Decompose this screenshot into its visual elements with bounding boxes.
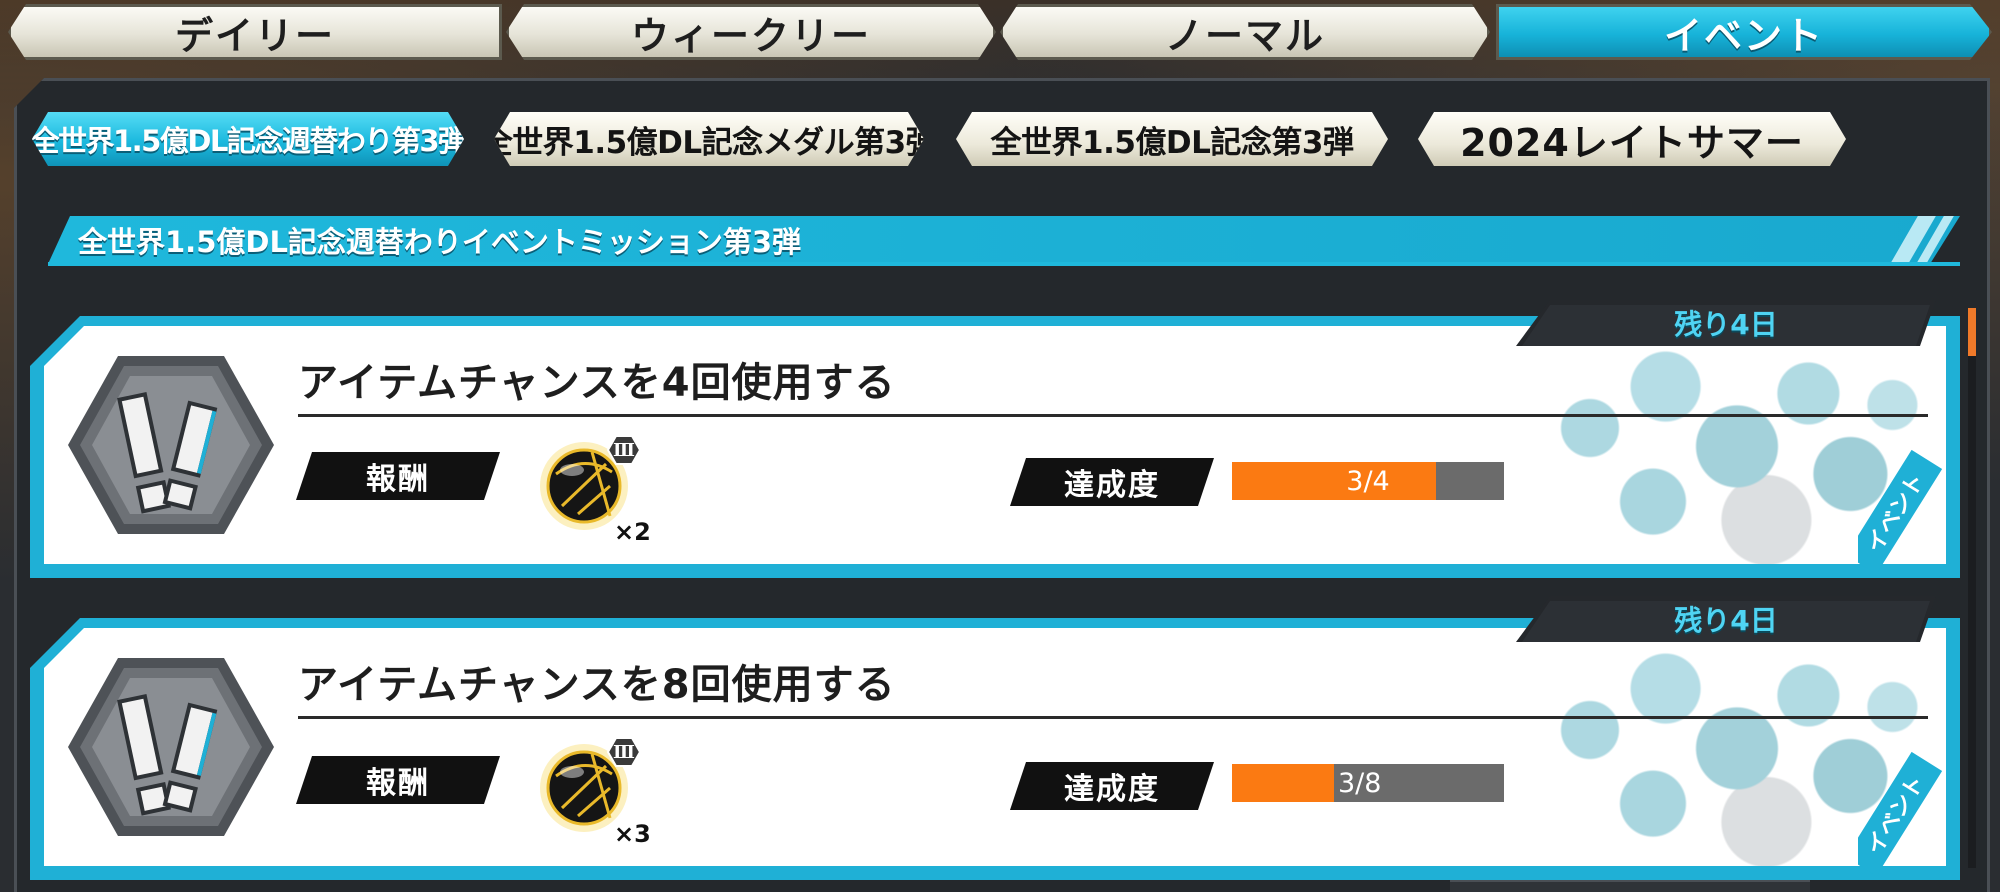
subtab-medal-3[interactable]: 全世界1.5億DL記念メダル第3弾 — [494, 112, 924, 166]
tab-normal[interactable]: ノーマル — [1000, 4, 1490, 60]
exclamation-mission-icon — [68, 356, 274, 534]
section-underline — [48, 262, 1960, 266]
mission-category-tabs: デイリー ウィークリー ノーマル イベント — [8, 4, 1992, 62]
subtab-label: 全世界1.5億DL記念第3弾 — [990, 124, 1354, 161]
event-ribbon: イベント — [1858, 432, 1948, 572]
progress-bar: 3/8 — [1232, 764, 1504, 802]
exclamation-mission-icon — [68, 658, 274, 836]
reward-label: 報酬 — [296, 452, 500, 500]
tab-daily[interactable]: デイリー — [8, 4, 502, 60]
tab-daily-label: デイリー — [174, 13, 335, 58]
reward-rank: Ⅲ — [613, 440, 635, 461]
event-ribbon: イベント — [1858, 734, 1948, 874]
tab-event[interactable]: イベント — [1496, 4, 1992, 60]
section-header: 全世界1.5億DL記念週替わりイベントミッション第3弾 — [48, 216, 1960, 264]
subtab-late-summer-2024[interactable]: 2024レイトサマー — [1418, 112, 1846, 166]
reward-rank: Ⅲ — [613, 742, 635, 763]
reward-label: 報酬 — [296, 756, 500, 804]
progress-bar: 3/4 — [1232, 462, 1504, 500]
progress-label: 達成度 — [1010, 458, 1214, 506]
progress-text: 3/4 — [1346, 465, 1390, 497]
progress-text: 3/8 — [1338, 767, 1382, 799]
mission-card[interactable]: 残り4日 アイテムチャンスを8回使用する 報酬 Ⅲ ×3 達成度 3/8 イベン… — [30, 618, 1960, 880]
tab-normal-label: ノーマル — [1164, 13, 1325, 58]
subtab-label: 全世界1.5億DL記念週替わり第3弾 — [30, 124, 466, 158]
remaining-days: 残り4日 — [1674, 308, 1778, 341]
event-category-label: イベント — [1858, 449, 1943, 572]
mission-list-scrollbar[interactable] — [1968, 308, 1976, 868]
remaining-time-tab: 残り4日 — [1516, 300, 1936, 346]
subtab-label: 2024レイトサマー — [1460, 120, 1804, 165]
subtab-weekly-rotation-3[interactable]: 全世界1.5億DL記念週替わり第3弾 — [32, 112, 464, 166]
subtab-commemoration-3[interactable]: 全世界1.5億DL記念第3弾 — [956, 112, 1388, 166]
next-card-peek — [1450, 880, 1810, 892]
mission-title: アイテムチャンスを4回使用する — [298, 350, 1928, 417]
mission-title: アイテムチャンスを8回使用する — [298, 652, 1928, 719]
progress-label: 達成度 — [1010, 762, 1214, 810]
reward-quantity: ×3 — [614, 820, 651, 848]
tab-weekly[interactable]: ウィークリー — [506, 4, 996, 60]
event-category-label: イベント — [1858, 751, 1943, 874]
remaining-time-tab: 残り4日 — [1516, 596, 1936, 642]
tab-weekly-label: ウィークリー — [630, 13, 871, 58]
mission-card[interactable]: 残り4日 アイテムチャンスを4回使用する 報酬 Ⅲ ×2 達成度 3/4 イベン… — [30, 316, 1960, 578]
remaining-days: 残り4日 — [1674, 604, 1778, 637]
reward-quantity: ×2 — [614, 518, 651, 546]
scrollbar-thumb[interactable] — [1968, 308, 1976, 356]
section-title: 全世界1.5億DL記念週替わりイベントミッション第3弾 — [78, 225, 802, 259]
tab-event-label: イベント — [1663, 13, 1824, 58]
subtab-label: 全世界1.5億DL記念メダル第3弾 — [481, 124, 937, 161]
